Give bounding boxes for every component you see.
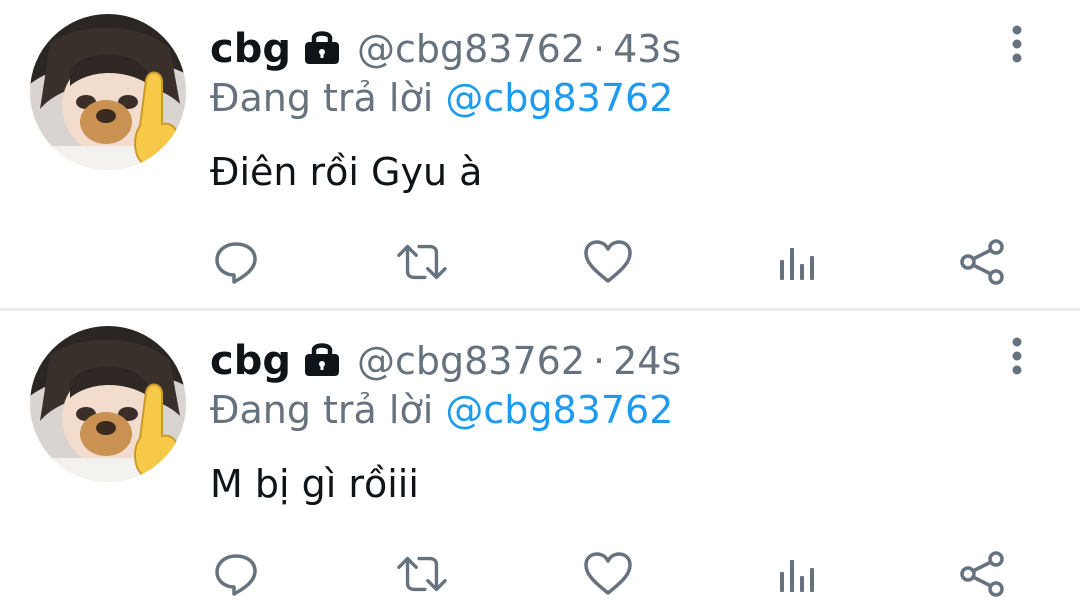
timestamp[interactable]: 24s bbox=[613, 339, 681, 383]
user-handle[interactable]: @cbg83762 bbox=[357, 27, 585, 71]
replying-to-label: Đang trả lời bbox=[210, 76, 434, 120]
more-options-icon[interactable] bbox=[1000, 334, 1034, 380]
share-icon bbox=[960, 551, 1004, 597]
display-name[interactable]: cbg bbox=[210, 26, 291, 72]
retweet-icon bbox=[397, 244, 447, 280]
like-button[interactable] bbox=[582, 236, 634, 288]
heart-icon bbox=[584, 552, 632, 595]
tweet-actions bbox=[0, 236, 1080, 288]
share-icon bbox=[960, 239, 1004, 285]
tweet-header: cbg @cbg83762 · 43s bbox=[210, 24, 681, 74]
reply-button[interactable] bbox=[210, 548, 262, 600]
user-handle[interactable]: @cbg83762 bbox=[357, 339, 585, 383]
retweet-icon bbox=[397, 556, 447, 592]
tweet[interactable]: cbg @cbg83762 · 24s Đang trả lời @cbg837… bbox=[0, 312, 1080, 614]
tweet-text: M bị gì rồiii bbox=[210, 462, 419, 506]
reply-mention-link[interactable]: @cbg83762 bbox=[445, 388, 673, 432]
avatar-image bbox=[30, 14, 186, 170]
replying-to-label: Đang trả lời bbox=[210, 388, 434, 432]
views-button[interactable] bbox=[770, 548, 822, 600]
timestamp[interactable]: 43s bbox=[613, 27, 681, 71]
views-icon bbox=[780, 248, 814, 280]
like-button[interactable] bbox=[582, 548, 634, 600]
separator-dot: · bbox=[593, 339, 606, 383]
tweet-divider bbox=[0, 308, 1080, 311]
more-options-icon[interactable] bbox=[1000, 22, 1034, 68]
reply-icon bbox=[215, 242, 257, 284]
heart-icon bbox=[584, 240, 632, 283]
views-button[interactable] bbox=[770, 236, 822, 288]
reply-mention-link[interactable]: @cbg83762 bbox=[445, 76, 673, 120]
tweet-actions bbox=[0, 548, 1080, 600]
replying-to: Đang trả lời @cbg83762 bbox=[210, 76, 673, 120]
retweet-button[interactable] bbox=[396, 236, 448, 288]
avatar[interactable] bbox=[30, 14, 186, 170]
share-button[interactable] bbox=[956, 236, 1008, 288]
tweet[interactable]: cbg @cbg83762 · 43s Đang trả lời @cbg837… bbox=[0, 0, 1080, 310]
share-button[interactable] bbox=[956, 548, 1008, 600]
reply-icon bbox=[215, 554, 257, 596]
tweet-feed: cbg @cbg83762 · 43s Đang trả lời @cbg837… bbox=[0, 0, 1080, 614]
separator-dot: · bbox=[593, 27, 606, 71]
reply-button[interactable] bbox=[210, 236, 262, 288]
avatar[interactable] bbox=[30, 326, 186, 482]
lock-icon bbox=[301, 27, 343, 71]
tweet-text: Điên rồi Gyu à bbox=[210, 150, 483, 194]
replying-to: Đang trả lời @cbg83762 bbox=[210, 388, 673, 432]
tweet-header: cbg @cbg83762 · 24s bbox=[210, 336, 681, 386]
retweet-button[interactable] bbox=[396, 548, 448, 600]
views-icon bbox=[780, 560, 814, 592]
avatar-image bbox=[30, 326, 186, 482]
display-name[interactable]: cbg bbox=[210, 338, 291, 384]
lock-icon bbox=[301, 339, 343, 383]
